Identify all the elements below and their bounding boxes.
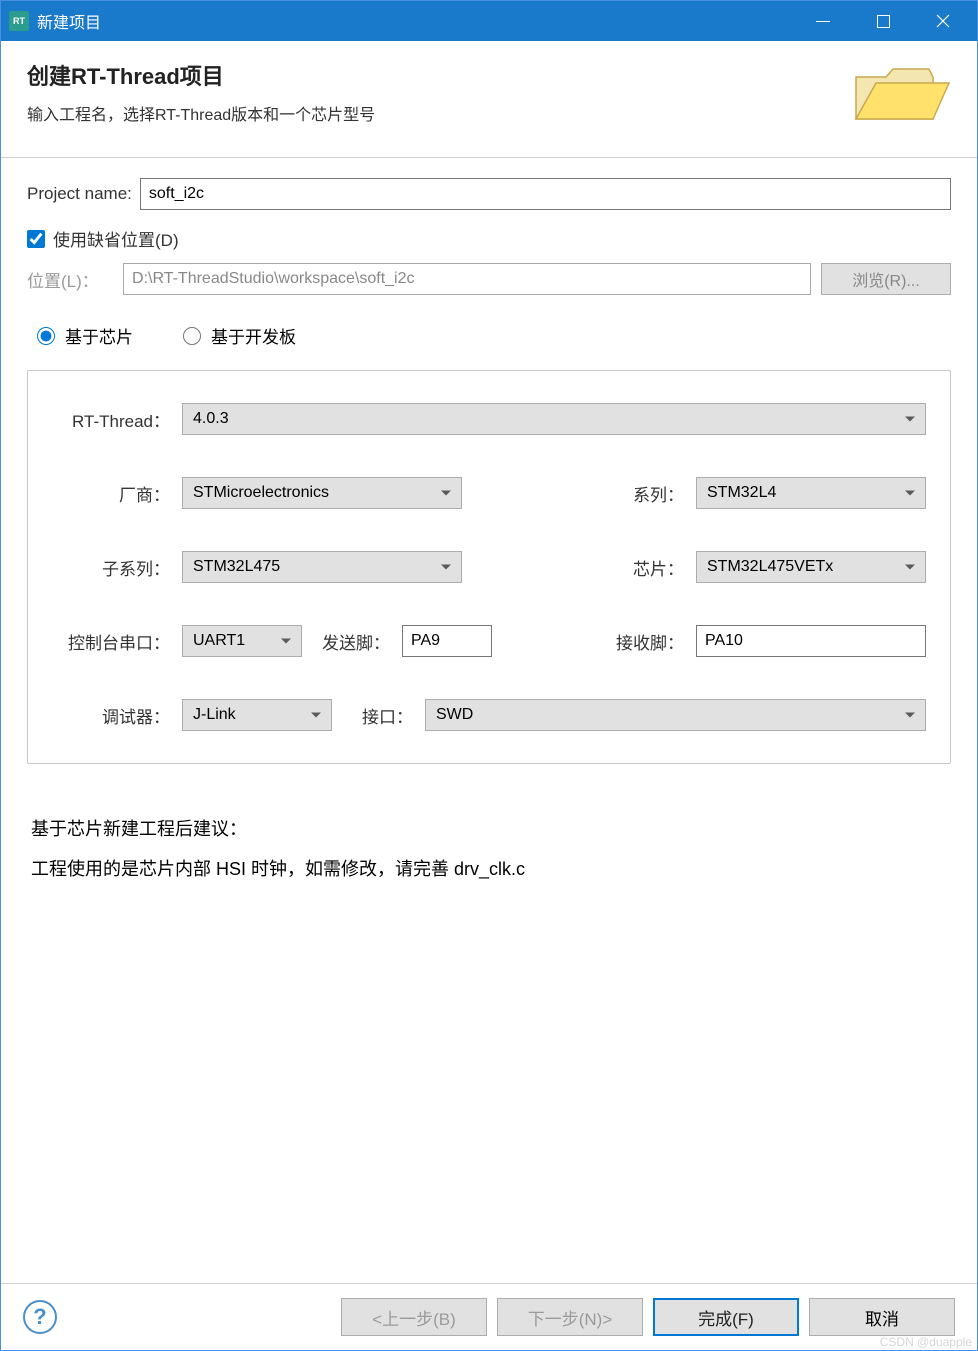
rx-label: 接收脚： bbox=[492, 629, 696, 654]
help-button[interactable]: ? bbox=[23, 1300, 57, 1334]
chip-select[interactable]: STM32L475VETx bbox=[696, 551, 926, 583]
default-location-label: 使用缺省位置(D) bbox=[53, 226, 179, 251]
rtthread-select[interactable]: 4.0.3 bbox=[182, 403, 926, 435]
app-icon: RT bbox=[9, 11, 29, 31]
console-label: 控制台串口： bbox=[52, 629, 182, 654]
tx-label: 发送脚： bbox=[302, 629, 402, 654]
tx-input[interactable] bbox=[402, 625, 492, 657]
notes: 基于芯片新建工程后建议： 工程使用的是芯片内部 HSI 时钟，如需修改，请完善 … bbox=[27, 810, 951, 889]
debugger-select[interactable]: J-Link bbox=[182, 699, 332, 731]
config-group: RT-Thread： 4.0.3 厂商： STMicroelectronics … bbox=[27, 370, 951, 764]
back-button: <上一步(B) bbox=[341, 1298, 487, 1336]
window-title: 新建项目 bbox=[37, 9, 793, 33]
folder-icon bbox=[851, 59, 951, 139]
interface-label: 接口： bbox=[332, 703, 425, 728]
subseries-label: 子系列： bbox=[52, 555, 182, 580]
project-name-input[interactable] bbox=[140, 178, 951, 210]
cancel-button[interactable]: 取消 bbox=[809, 1298, 955, 1336]
notes-line1: 工程使用的是芯片内部 HSI 时钟，如需修改，请完善 drv_clk.c bbox=[31, 850, 947, 890]
project-name-label: Project name: bbox=[27, 184, 132, 204]
radio-by-chip-label: 基于芯片 bbox=[65, 323, 133, 348]
interface-select[interactable]: SWD bbox=[425, 699, 926, 731]
title-bar: RT 新建项目 bbox=[1, 1, 977, 41]
dialog-subtitle: 输入工程名，选择RT-Thread版本和一个芯片型号 bbox=[27, 101, 375, 125]
dialog-title: 创建RT-Thread项目 bbox=[27, 59, 375, 91]
minimize-button[interactable] bbox=[793, 1, 853, 41]
radio-by-board[interactable]: 基于开发板 bbox=[183, 323, 296, 348]
browse-button: 浏览(R)... bbox=[821, 263, 951, 295]
console-select[interactable]: UART1 bbox=[182, 625, 302, 657]
series-select[interactable]: STM32L4 bbox=[696, 477, 926, 509]
default-location-checkbox[interactable] bbox=[27, 230, 45, 248]
radio-by-board-label: 基于开发板 bbox=[211, 323, 296, 348]
vendor-label: 厂商： bbox=[52, 481, 182, 506]
dialog-header: 创建RT-Thread项目 输入工程名，选择RT-Thread版本和一个芯片型号 bbox=[1, 41, 977, 158]
close-button[interactable] bbox=[913, 1, 973, 41]
chip-label: 芯片： bbox=[462, 555, 696, 580]
location-input bbox=[123, 263, 811, 295]
rx-input[interactable] bbox=[696, 625, 926, 657]
location-label: 位置(L)： bbox=[27, 267, 115, 292]
next-button: 下一步(N)> bbox=[497, 1298, 643, 1336]
debugger-label: 调试器： bbox=[52, 703, 182, 728]
footer: ? <上一步(B) 下一步(N)> 完成(F) 取消 bbox=[1, 1283, 977, 1350]
vendor-select[interactable]: STMicroelectronics bbox=[182, 477, 462, 509]
notes-heading: 基于芯片新建工程后建议： bbox=[31, 810, 947, 850]
finish-button[interactable]: 完成(F) bbox=[653, 1298, 799, 1336]
subseries-select[interactable]: STM32L475 bbox=[182, 551, 462, 583]
series-label: 系列： bbox=[462, 481, 696, 506]
radio-by-chip[interactable]: 基于芯片 bbox=[37, 323, 133, 348]
rtthread-label: RT-Thread： bbox=[52, 407, 182, 432]
maximize-button[interactable] bbox=[853, 1, 913, 41]
